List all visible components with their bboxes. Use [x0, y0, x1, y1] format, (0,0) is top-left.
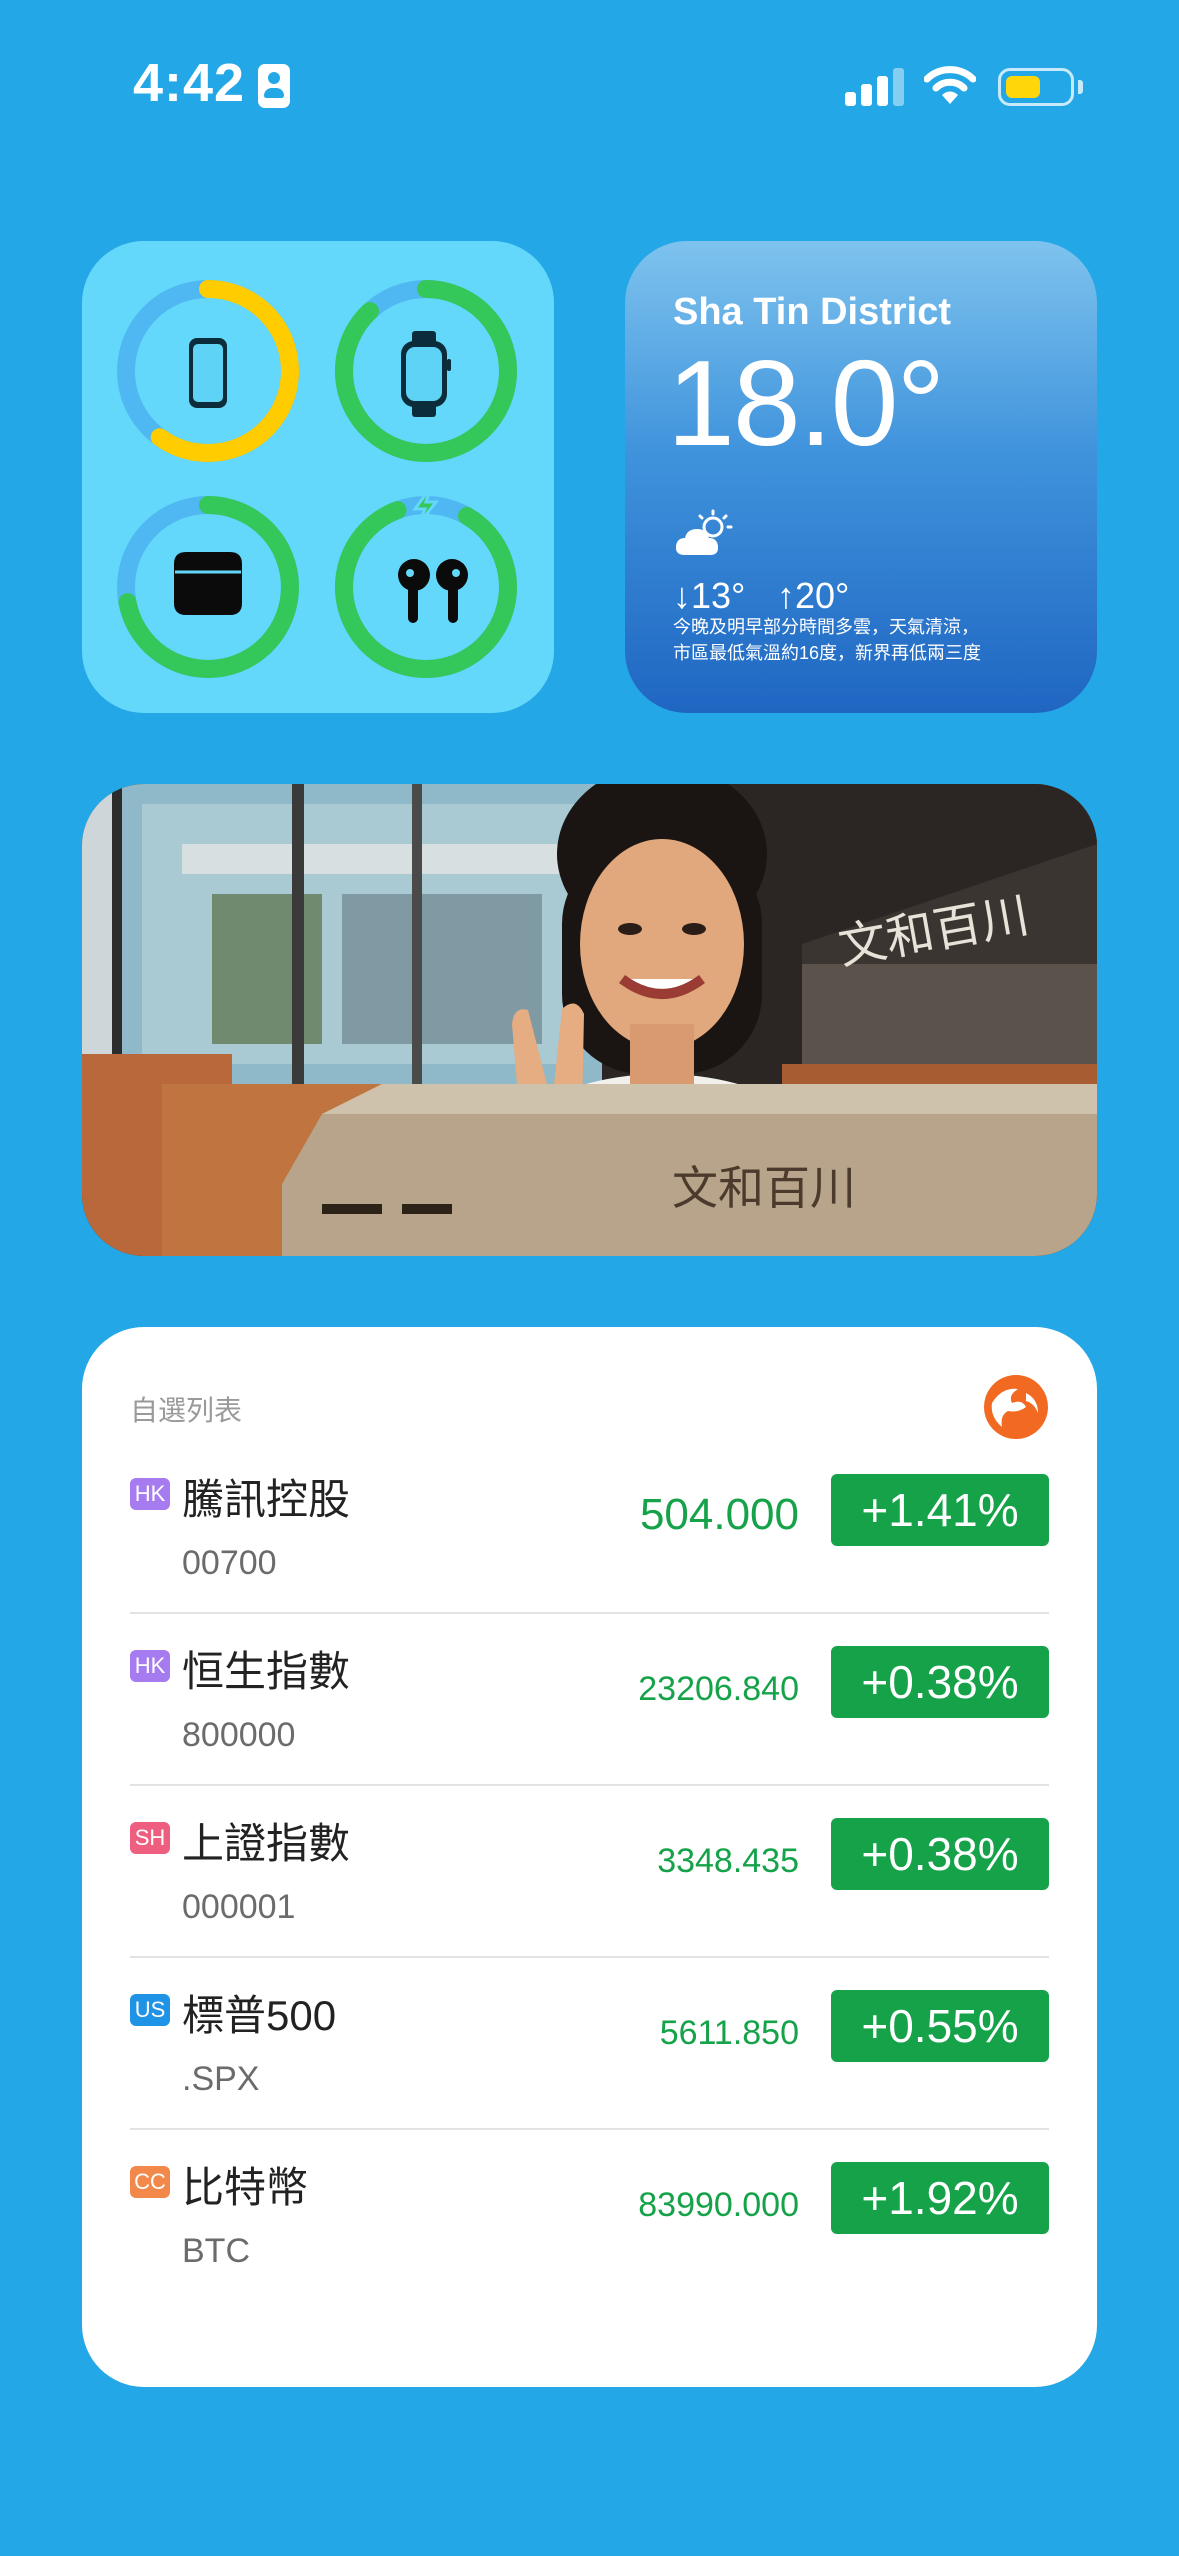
stock-price: 504.000	[639, 1490, 799, 1539]
weather-description-line2: 市區最低氣溫約16度，新界再低兩三度	[673, 643, 982, 663]
stock-name: 恒生指數	[182, 1648, 351, 1695]
stock-price: 83990.000	[638, 2186, 799, 2224]
stock-row[interactable]: US 標普500 .SPX 5611.850 +0.55%	[130, 1958, 1049, 2130]
stock-change-badge[interactable]: +1.92%	[831, 2162, 1049, 2234]
stock-code: .SPX	[182, 2060, 260, 2098]
weather-low-temp: ↓13°	[673, 575, 746, 616]
market-badge: CC	[130, 2166, 170, 2198]
photo-image: 文和百川 文和百川	[82, 784, 1097, 1256]
stock-price: 5611.850	[659, 2014, 799, 2052]
stocks-watchlist-widget[interactable]: 自選列表 HK 騰訊控股 00700 504.000 +1.41% HK 恒生指數 80000…	[82, 1327, 1097, 2387]
weather-high-temp: ↑20°	[777, 575, 850, 616]
watchlist-title: 自選列表	[130, 1395, 243, 1426]
status-time: 4:42	[133, 53, 246, 113]
stock-code: BTC	[182, 2232, 250, 2270]
stock-code: 00700	[182, 1544, 277, 1582]
iphone-icon	[189, 338, 227, 408]
stock-price: 23206.840	[638, 1670, 799, 1708]
stock-code: 000001	[182, 1888, 296, 1926]
photo-widget[interactable]: 文和百川 文和百川	[82, 784, 1097, 1256]
stock-row[interactable]: SH 上證指數 000001 3348.435 +0.38%	[130, 1786, 1049, 1958]
stock-price: 3348.435	[657, 1842, 799, 1880]
photo-sign-text-2: 文和百川	[672, 1161, 856, 1215]
battery-rings	[117, 280, 517, 678]
market-badge: US	[130, 1994, 170, 2026]
airpods-case-icon	[174, 552, 242, 615]
stock-change-badge[interactable]: +1.41%	[831, 1474, 1049, 1546]
weather-description-line1: 今晚及明早部分時間多雲，天氣清涼，	[673, 617, 979, 637]
stock-name: 比特幣	[182, 2164, 309, 2211]
stock-row[interactable]: HK 恒生指數 800000 23206.840 +0.38%	[130, 1614, 1049, 1786]
market-badge: HK	[130, 1650, 170, 1682]
futu-app-logo-icon	[984, 1375, 1048, 1439]
stock-name: 騰訊控股	[182, 1476, 351, 1523]
stock-change-badge[interactable]: +0.38%	[831, 1646, 1049, 1718]
stock-change-badge[interactable]: +0.55%	[831, 1990, 1049, 2062]
stock-name: 上證指數	[182, 1820, 351, 1867]
weather-widget[interactable]: Sha Tin District 18.0° ↓13° ↑20° 今晚及明早部分…	[625, 241, 1097, 713]
weather-location: Sha Tin District	[673, 291, 952, 333]
stock-row[interactable]: CC 比特幣 BTC 83990.000 +1.92%	[130, 2130, 1049, 2302]
airpods-icon	[398, 559, 468, 623]
charging-bolt-icon	[412, 486, 440, 526]
apple-watch-icon	[401, 331, 451, 417]
cellular-signal-icon	[845, 66, 905, 106]
wifi-icon	[924, 66, 976, 104]
market-badge: HK	[130, 1478, 170, 1510]
battery-level-fill	[1006, 76, 1040, 98]
battery-cap	[1078, 80, 1083, 94]
stock-row[interactable]: HK 騰訊控股 00700 504.000 +1.41%	[130, 1442, 1049, 1614]
stock-change-badge[interactable]: +0.38%	[831, 1818, 1049, 1890]
stock-name: 標普500	[182, 1992, 337, 2039]
partly-cloudy-icon	[675, 509, 733, 555]
batteries-widget[interactable]	[82, 241, 554, 713]
market-badge: SH	[130, 1822, 170, 1854]
focus-mode-icon	[258, 64, 290, 108]
battery-icon	[998, 68, 1074, 106]
weather-temperature: 18.0°	[667, 335, 945, 471]
stock-code: 800000	[182, 1716, 296, 1754]
